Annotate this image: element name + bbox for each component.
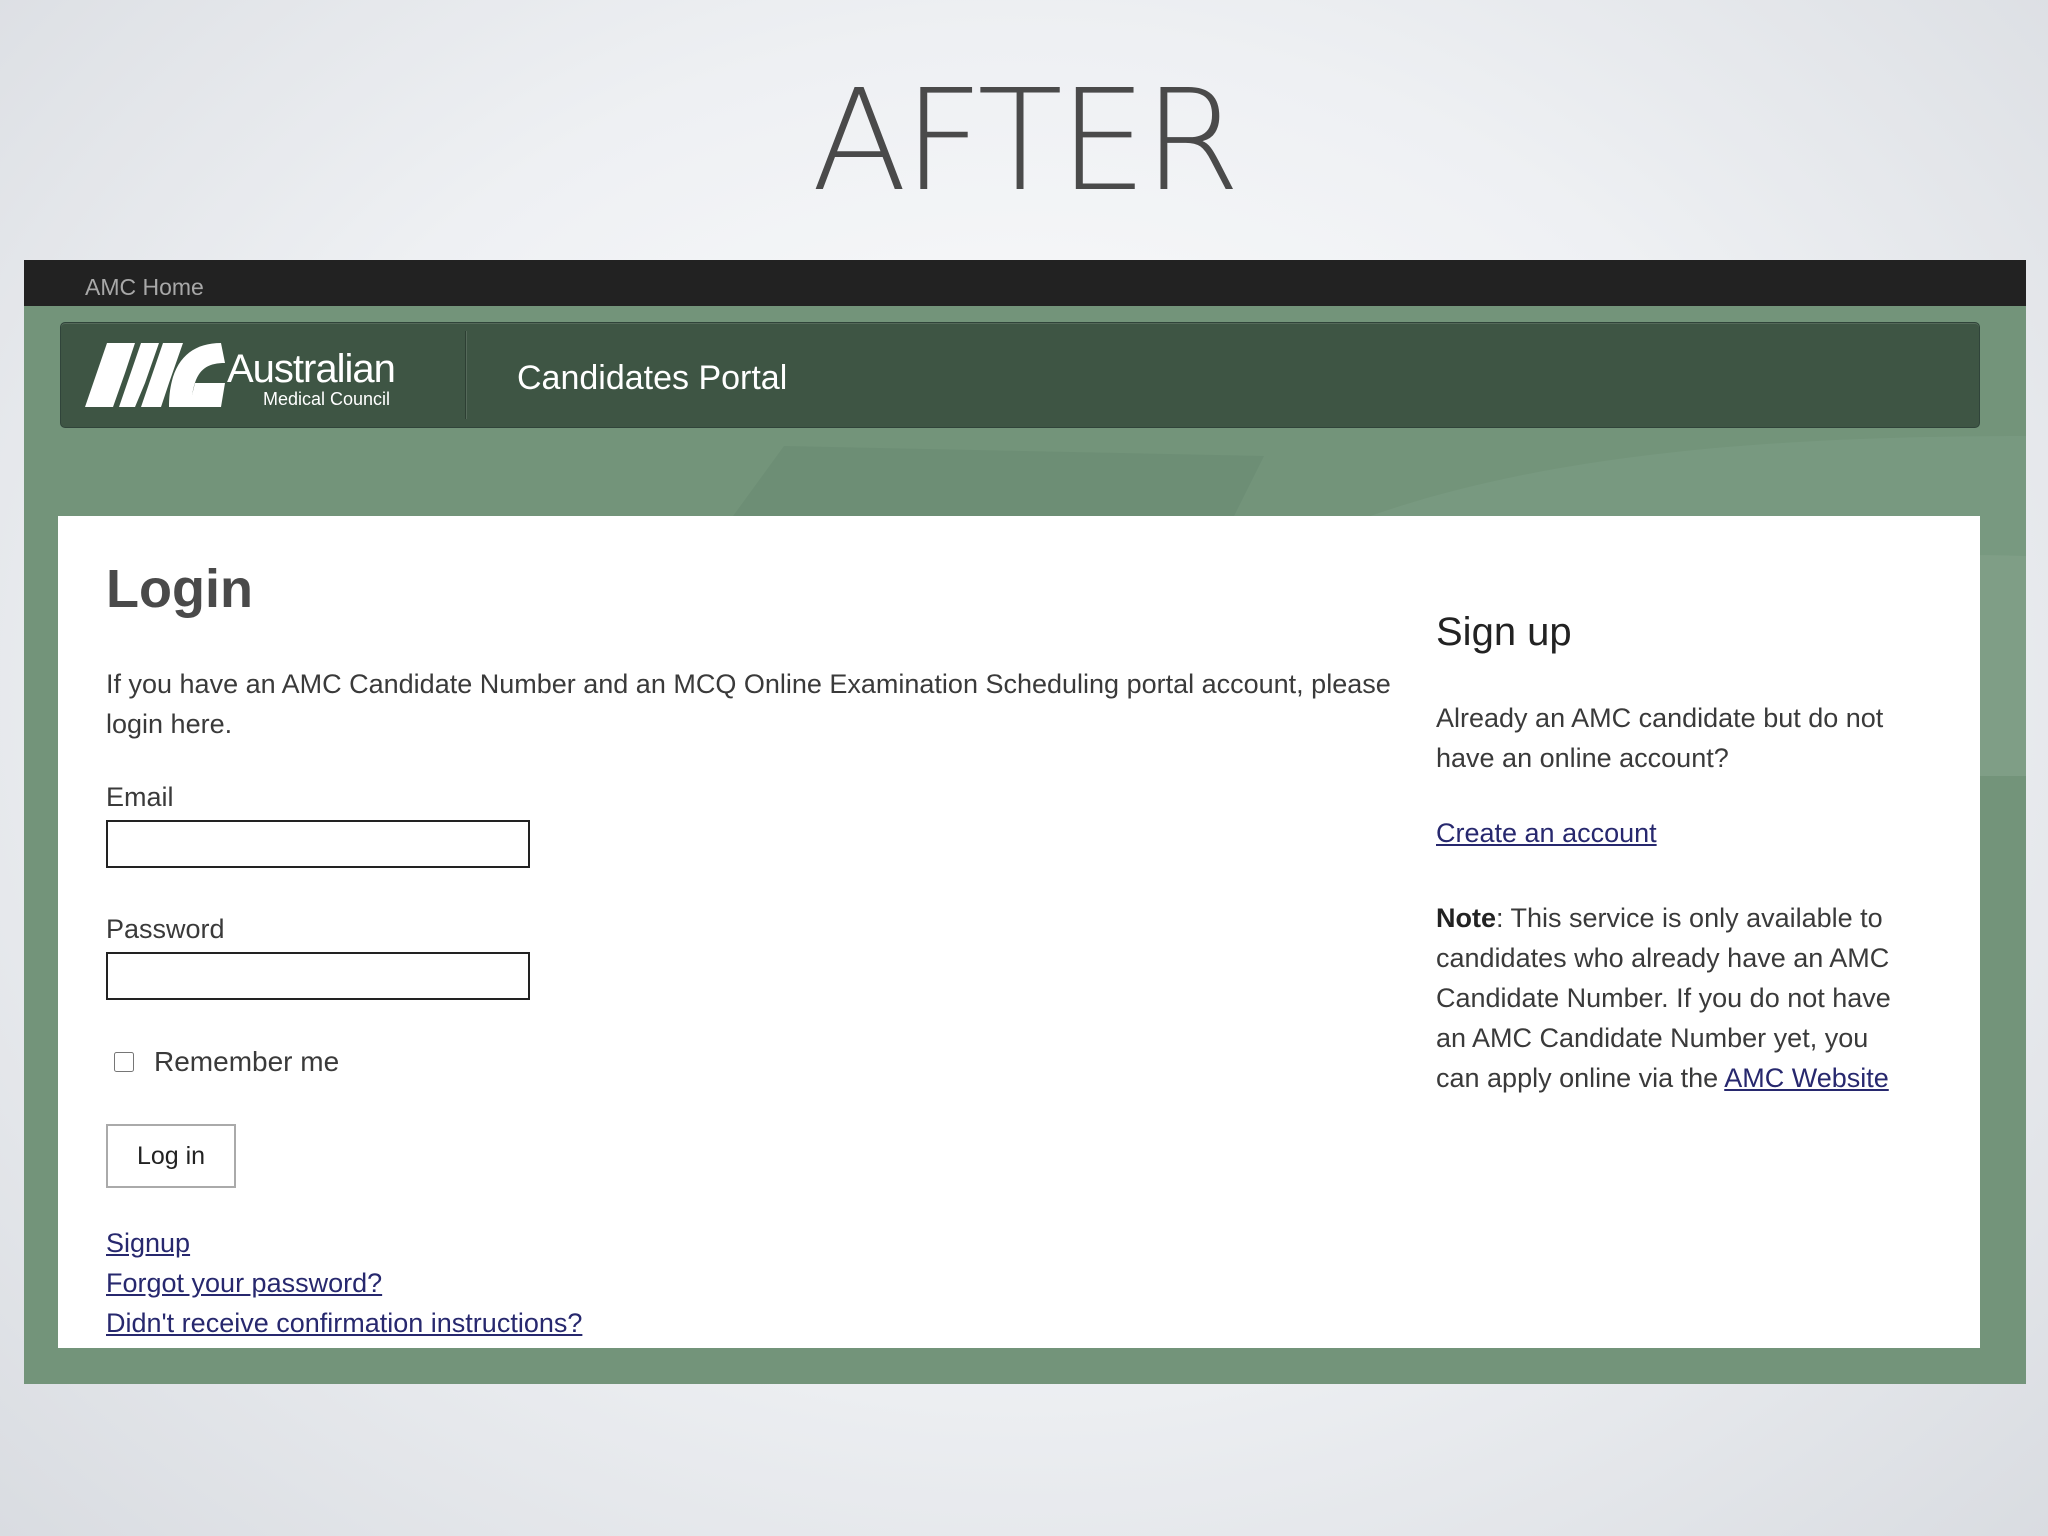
portal-name: Candidates Portal <box>517 359 788 397</box>
login-button[interactable]: Log in <box>106 1124 236 1188</box>
logo-wordmark: Australian <box>227 347 396 391</box>
email-field[interactable] <box>106 820 530 868</box>
email-label: Email <box>106 782 174 812</box>
signup-heading: Sign up <box>1436 610 1572 654</box>
logo-subtitle: Medical Council <box>263 389 391 409</box>
browser-screenshot: AMC Home Australian Medical Council Cand… <box>24 260 2026 1384</box>
header-divider <box>465 331 466 419</box>
amc-website-link[interactable]: AMC Website <box>1724 1063 1889 1093</box>
top-nav-bar: AMC Home <box>24 260 2026 306</box>
content-panel: Login If you have an AMC Candidate Numbe… <box>58 516 1980 1348</box>
confirmation-instructions-link[interactable]: Didn't receive confirmation instructions… <box>106 1308 582 1339</box>
note-label: Note <box>1436 903 1496 933</box>
site-header: Australian Medical Council Candidates Po… <box>60 322 1980 428</box>
signup-question: Already an AMC candidate but do not have… <box>1436 703 1884 773</box>
login-heading: Login <box>106 559 253 619</box>
amc-monogram-icon <box>85 343 225 407</box>
amc-home-link[interactable]: AMC Home <box>85 274 204 301</box>
forgot-password-link[interactable]: Forgot your password? <box>106 1268 382 1299</box>
login-intro: If you have an AMC Candidate Number and … <box>106 669 1391 739</box>
remember-me-checkbox[interactable] <box>114 1052 134 1072</box>
service-note: Note: This service is only available to … <box>1436 898 1896 1098</box>
remember-me-label[interactable]: Remember me <box>154 1046 339 1078</box>
password-field[interactable] <box>106 952 530 1000</box>
signup-link[interactable]: Signup <box>106 1228 190 1259</box>
password-label: Password <box>106 914 225 944</box>
create-account-link[interactable]: Create an account <box>1436 818 1657 849</box>
slide-title: AFTER <box>811 60 1240 223</box>
amc-logo[interactable]: Australian Medical Council <box>85 343 405 409</box>
